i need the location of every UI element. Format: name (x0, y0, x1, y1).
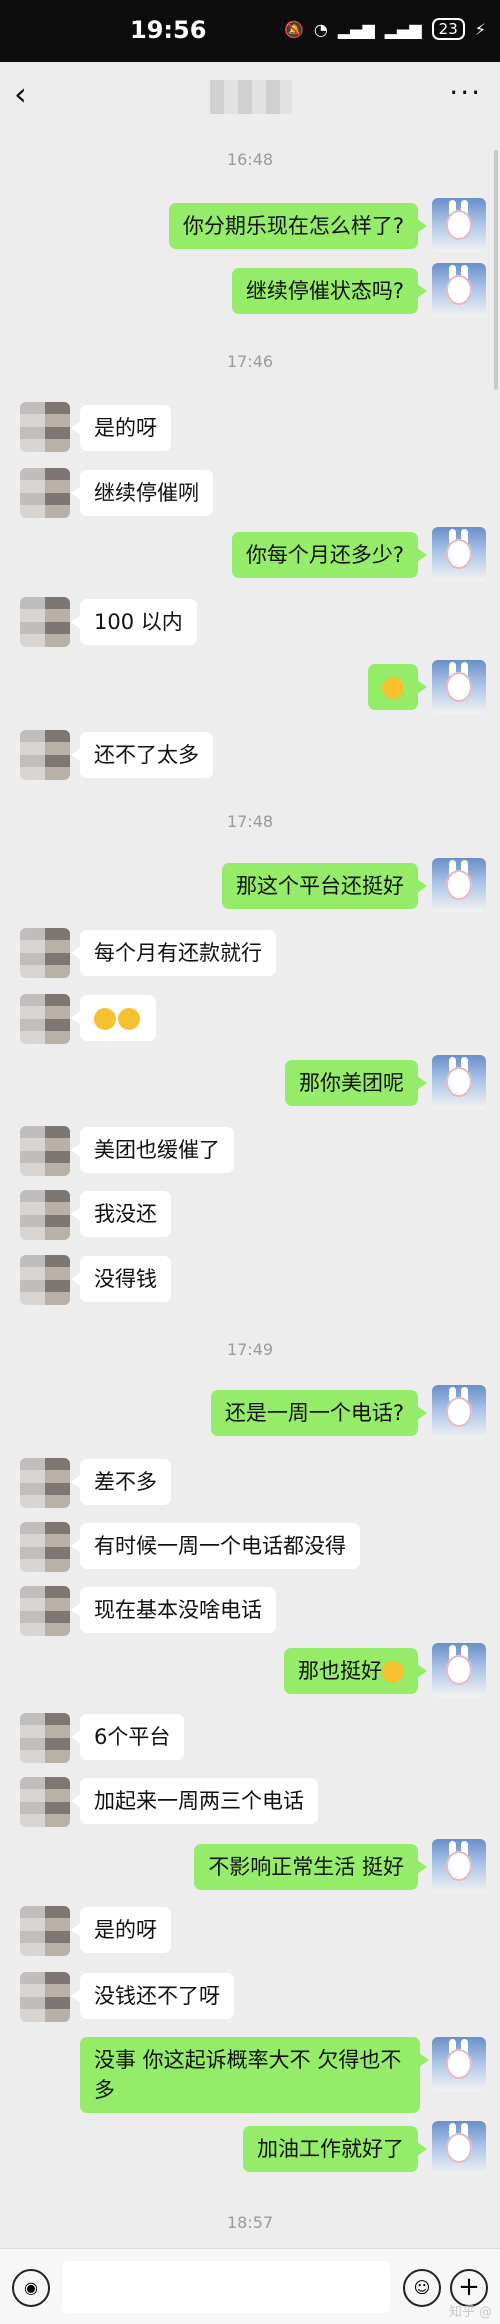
emoji-picker-icon[interactable]: ☺ (403, 2269, 441, 2307)
message-bubble-incoming[interactable]: 美团也缓催了 (71, 1127, 234, 1173)
avatar[interactable] (20, 994, 70, 1044)
avatar[interactable] (20, 928, 70, 978)
message-bubble-outgoing[interactable]: 继续停催状态吗? (231, 268, 428, 314)
message-bubble-outgoing[interactable]: 那这个平台还挺好 (222, 863, 427, 909)
avatar[interactable] (432, 1643, 486, 1697)
back-icon[interactable]: ‹ (14, 78, 27, 110)
message-bubble-outgoing[interactable]: 不影响正常生活 挺好 (194, 1844, 427, 1890)
more-icon[interactable]: ··· (449, 76, 482, 109)
avatar[interactable] (20, 1255, 70, 1305)
message-bubble-incoming[interactable]: 6个平台 (70, 1714, 185, 1760)
smile-emoji-icon (382, 677, 404, 699)
avatar[interactable] (20, 1972, 70, 2022)
message-bubble-outgoing[interactable]: 没事 你这起诉概率大不 欠得也不多 (80, 2037, 429, 2113)
chat-header: ‹ ··· (0, 62, 500, 130)
timestamp: 17:49 (226, 1340, 274, 1359)
avatar[interactable] (432, 263, 486, 317)
message-bubble-incoming[interactable]: 还不了太多 (71, 732, 213, 778)
avatar[interactable] (20, 1906, 70, 1956)
avatar[interactable] (432, 2037, 486, 2091)
avatar[interactable] (432, 1839, 486, 1893)
watermark: 知乎 @ (448, 2305, 492, 2320)
message-bubble-outgoing[interactable]: 加油工作就好了 (243, 2126, 427, 2172)
timestamp: 16:48 (226, 150, 274, 169)
message-bubble-incoming[interactable]: 没钱还不了呀 (71, 1973, 234, 2019)
message-bubble-outgoing[interactable]: 你每个月还多少? (231, 532, 428, 578)
status-time: 19:56 (130, 16, 207, 44)
message-bubble-incoming[interactable]: 没得钱 (71, 1256, 171, 1302)
avatar[interactable] (20, 468, 70, 518)
avatar[interactable] (432, 1385, 486, 1439)
avatar[interactable] (432, 198, 486, 252)
avatar[interactable] (432, 527, 486, 581)
mute-icon: 🔕 (283, 19, 304, 39)
avatar[interactable] (20, 730, 70, 780)
timestamp: 17:46 (226, 352, 274, 371)
message-bubble-outgoing[interactable]: 那你美团呢 (285, 1060, 427, 1106)
smile-emoji-icon (382, 1661, 404, 1683)
avatar[interactable] (432, 858, 486, 912)
avatar[interactable] (20, 1522, 70, 1572)
signal-icon: ▂▄▆ (337, 19, 375, 39)
contact-name (210, 80, 292, 114)
status-bar: 19:56 🔕 ◔ ▂▄▆ ▂▄▆ 23 ⚡ (0, 0, 500, 62)
avatar[interactable] (20, 1586, 70, 1636)
timestamp: 18:57 (226, 2213, 274, 2232)
avatar[interactable] (432, 2121, 486, 2175)
avatar[interactable] (20, 1126, 70, 1176)
message-bubble-incoming[interactable]: 加起来一周两三个电话 (71, 1778, 318, 1824)
charging-icon: ⚡ (474, 19, 486, 39)
message-bubble-outgoing[interactable]: 那也挺好 (284, 1648, 427, 1694)
avatar[interactable] (20, 1777, 70, 1827)
input-bar: ◉ ☺ + 知乎 @ (0, 2248, 500, 2324)
voice-input-icon[interactable]: ◉ (12, 2269, 50, 2307)
laugh-cry-emoji-icon (94, 1008, 116, 1030)
message-text: 那也挺好 (298, 1659, 382, 1683)
avatar[interactable] (432, 1055, 486, 1109)
message-bubble-incoming[interactable]: 继续停催咧 (71, 470, 213, 516)
message-bubble-incoming[interactable]: 有时候一周一个电话都没得 (71, 1523, 360, 1569)
message-bubble-outgoing[interactable] (368, 664, 427, 710)
message-bubble-incoming[interactable]: 是的呀 (71, 405, 171, 451)
avatar[interactable] (20, 402, 70, 452)
battery-icon: 23 (431, 18, 465, 40)
message-bubble-outgoing[interactable]: 还是一周一个电话? (210, 1390, 428, 1436)
message-bubble-incoming[interactable] (71, 995, 156, 1041)
message-bubble-incoming[interactable]: 我没还 (71, 1191, 171, 1237)
avatar[interactable] (20, 1713, 70, 1763)
message-bubble-outgoing[interactable]: 你分期乐现在怎么样了? (168, 203, 428, 249)
message-bubble-incoming[interactable]: 每个月有还款就行 (71, 930, 276, 976)
avatar[interactable] (20, 1458, 70, 1508)
message-input[interactable] (62, 2261, 390, 2313)
avatar[interactable] (432, 660, 486, 714)
message-bubble-incoming[interactable]: 差不多 (71, 1459, 171, 1505)
signal-icon: ▂▄▆ (384, 19, 422, 39)
laugh-cry-emoji-icon (118, 1008, 140, 1030)
avatar[interactable] (20, 1190, 70, 1240)
message-bubble-incoming[interactable]: 是的呀 (71, 1907, 171, 1953)
message-bubble-incoming[interactable]: 现在基本没啥电话 (71, 1587, 276, 1633)
avatar[interactable] (20, 597, 70, 647)
wifi-icon: ◔ (313, 19, 328, 39)
message-bubble-incoming[interactable]: 100 以内 (71, 599, 197, 645)
status-icons: 🔕 ◔ ▂▄▆ ▂▄▆ 23 ⚡ (284, 18, 486, 40)
timestamp: 17:48 (226, 812, 274, 831)
